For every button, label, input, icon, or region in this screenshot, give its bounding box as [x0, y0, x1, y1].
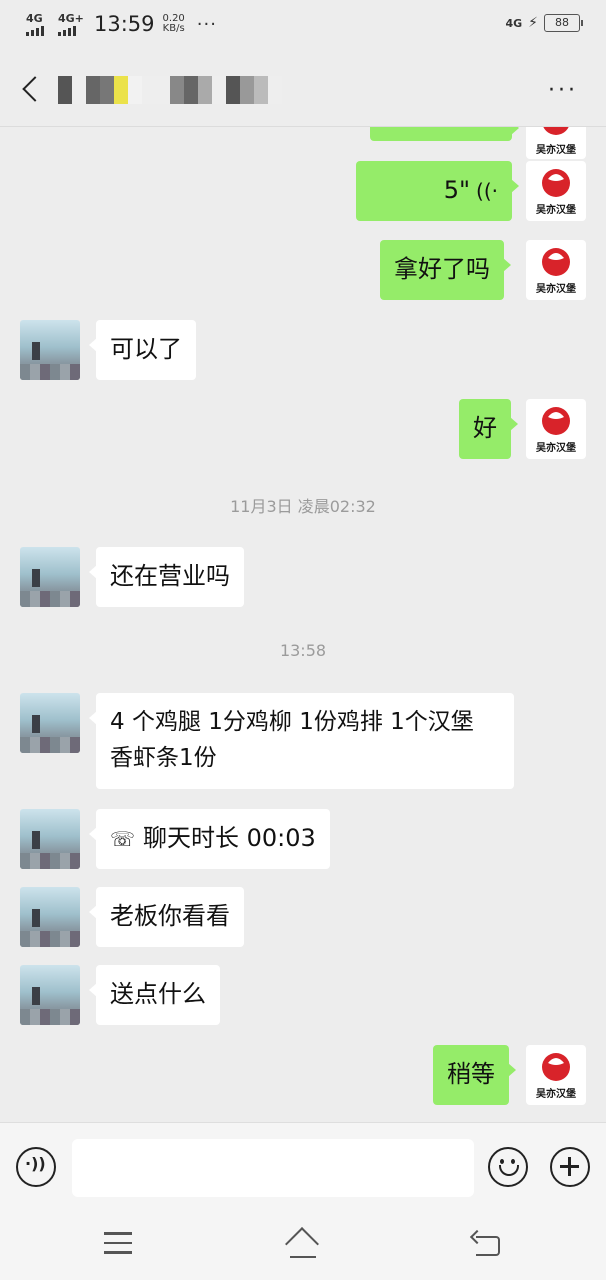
timestamp: 11月3日 凌晨02:32	[230, 497, 376, 516]
logo-text: 吴亦汉堡	[536, 1087, 576, 1100]
burger-logo-icon: 吴亦汉堡	[536, 127, 576, 156]
contact-avatar[interactable]	[20, 547, 80, 607]
signal-label: 4G	[26, 12, 43, 25]
status-bar: 4G 4G+ 13:59 0.20 KB/s ··· 4G ⚡ 88	[0, 0, 606, 54]
signal-icon: 4G	[26, 12, 52, 36]
network-speed-unit: KB/s	[162, 23, 185, 34]
logo-text: 吴亦汉堡	[536, 441, 576, 454]
message-bubble[interactable]: 还在营业吗	[89, 547, 244, 607]
call-record-bubble[interactable]: ☏ 聊天时长 00:03	[89, 809, 330, 869]
burger-logo-icon: 吴亦汉堡	[536, 407, 576, 454]
clock: 13:59	[94, 12, 155, 36]
menu-icon[interactable]	[104, 1232, 132, 1254]
chat-title-redacted	[58, 76, 282, 104]
message-bubble[interactable]: 送点什么	[89, 965, 220, 1025]
battery-icon: 88	[544, 14, 583, 32]
system-nav-bar	[0, 1210, 606, 1280]
message-input[interactable]	[72, 1139, 474, 1197]
emoji-mouth	[499, 1165, 519, 1176]
message-bubble[interactable]: 拿好了吗	[380, 240, 511, 300]
my-avatar[interactable]: 吴亦汉堡	[526, 240, 586, 300]
message-bubble[interactable]: 可以了	[89, 320, 196, 380]
logo-text: 吴亦汉堡	[536, 282, 576, 295]
message-bubble[interactable]: 4 个鸡腿 1分鸡柳 1份鸡排 1个汉堡 香虾条1份	[89, 693, 514, 789]
my-avatar[interactable]: 吴亦汉堡	[526, 161, 586, 221]
emoji-button[interactable]	[488, 1147, 528, 1187]
call-duration: 聊天时长 00:03	[143, 824, 316, 852]
back-nav-icon[interactable]	[472, 1230, 502, 1256]
burger-logo-icon: 吴亦汉堡	[536, 1053, 576, 1100]
contact-avatar[interactable]	[20, 693, 80, 753]
charging-icon: ⚡	[528, 15, 538, 31]
home-icon[interactable]	[284, 1228, 322, 1258]
signal-label: 4G+	[58, 12, 84, 25]
message-bubble[interactable]: 老板你看看	[89, 887, 244, 947]
notification-overflow-icon: ···	[196, 13, 217, 35]
emoji-eye	[500, 1159, 504, 1164]
back-button[interactable]	[16, 74, 46, 106]
burger-logo-icon: 吴亦汉堡	[536, 169, 576, 216]
contact-avatar[interactable]	[20, 965, 80, 1025]
my-avatar[interactable]: 吴亦汉堡	[526, 1045, 586, 1105]
my-avatar[interactable]: 吴亦汉堡	[526, 127, 586, 159]
contact-avatar[interactable]	[20, 320, 80, 380]
logo-text: 吴亦汉堡	[536, 143, 576, 156]
contact-avatar[interactable]	[20, 809, 80, 869]
input-bar	[0, 1122, 606, 1211]
my-avatar[interactable]: 吴亦汉堡	[526, 399, 586, 459]
burger-logo-icon: 吴亦汉堡	[536, 248, 576, 295]
network-speed: 0.20 KB/s	[163, 14, 185, 34]
chat-header: ···	[0, 54, 606, 127]
more-functions-button[interactable]	[550, 1147, 590, 1187]
voice-wave-icon: ((·	[476, 179, 498, 203]
voice-duration: 5"	[443, 176, 471, 204]
message-bubble[interactable]: 稍等	[433, 1045, 516, 1105]
voice-message-bubble[interactable]: 5" ((·	[356, 161, 519, 221]
status-bar-left: 4G 4G+ 13:59 0.20 KB/s ···	[26, 12, 217, 36]
chat-messages[interactable]: 吴亦汉堡 5" ((· 吴亦汉堡 拿好了吗 吴亦汉堡 可以了 好 吴亦汉堡 11月…	[0, 127, 606, 1122]
logo-text: 吴亦汉堡	[536, 203, 576, 216]
contact-avatar[interactable]	[20, 887, 80, 947]
signal-icon: 4G+	[58, 12, 84, 36]
more-options-button[interactable]: ···	[548, 80, 578, 102]
voice-input-button[interactable]	[16, 1147, 56, 1187]
status-bar-right: 4G ⚡ 88	[505, 14, 583, 32]
phone-icon: ☏	[110, 827, 136, 851]
message-bubble-clipped[interactable]	[370, 127, 519, 141]
timestamp: 13:58	[279, 641, 327, 660]
message-bubble[interactable]: 好	[459, 399, 518, 459]
emoji-eye	[511, 1159, 515, 1164]
data-network-icon: 4G	[505, 16, 523, 30]
